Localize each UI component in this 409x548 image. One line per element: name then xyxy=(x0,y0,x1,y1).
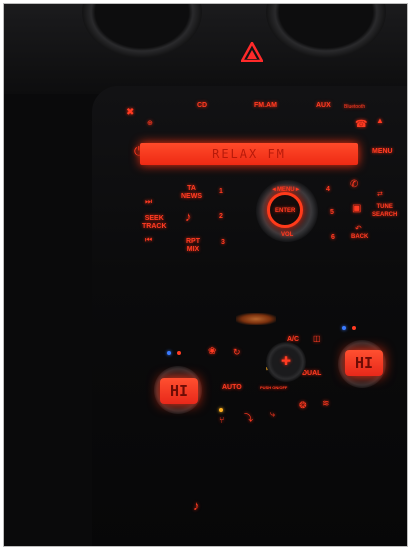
rear-defrost-icon[interactable]: ≋ xyxy=(322,398,330,408)
seek-track-button[interactable]: SEEK TRACK xyxy=(142,215,167,231)
blue-led xyxy=(342,326,346,330)
tune-search-button[interactable]: TUNE SEARCH xyxy=(372,203,397,219)
preset-6-button[interactable]: 6 xyxy=(331,234,335,242)
auto-button[interactable]: AUTO xyxy=(222,384,242,392)
hazard-icon[interactable] xyxy=(241,42,263,62)
red-led xyxy=(352,326,356,330)
mute-icon[interactable]: ✖ xyxy=(126,108,134,118)
red-led xyxy=(177,351,181,355)
plus-icon: ✚ xyxy=(281,354,292,368)
radio-display: RELAX FM xyxy=(140,143,358,165)
next-track-icon[interactable]: ⏭ xyxy=(145,197,152,207)
right-air-vent xyxy=(266,4,386,58)
phone-icon[interactable]: ☎ xyxy=(355,120,367,130)
back-button[interactable]: BACK xyxy=(351,233,368,241)
aux-button[interactable]: AUX xyxy=(316,102,331,110)
car-dashboard-photo: ✖ ⊕ CD FM.AM AUX Bluetooth ☎ ▲ ⏻ RELAX F… xyxy=(3,3,408,547)
call-icon[interactable]: ✆ xyxy=(350,180,358,190)
small-indicator-icon: ⊕ xyxy=(147,120,153,127)
ambient-light xyxy=(236,313,276,325)
defrost-icon[interactable]: ❂ xyxy=(299,400,307,410)
push-on-off-label: PUSH ON/OFF xyxy=(260,385,288,390)
blue-led xyxy=(167,351,171,355)
enter-label: ENTER xyxy=(275,208,296,214)
left-air-vent xyxy=(82,4,202,58)
music-note-icon[interactable]: ♪ xyxy=(185,210,192,223)
preset-3-button[interactable]: 3 xyxy=(221,239,225,247)
air-face-icon[interactable]: ⤷ xyxy=(270,409,275,419)
tune-arrows-icon: ⇄ xyxy=(377,191,383,198)
right-temp-display: HI xyxy=(345,350,383,376)
hang-up-icon[interactable]: ▲ xyxy=(376,116,384,126)
preset-4-button[interactable]: 4 xyxy=(326,186,330,194)
dashboard-top-bezel xyxy=(4,4,407,94)
ta-news-button[interactable]: TA NEWS xyxy=(181,185,202,201)
preset-5-button[interactable]: 5 xyxy=(330,209,334,217)
left-temp-display: HI xyxy=(160,378,198,404)
air-feet-icon[interactable]: ⤵ xyxy=(244,413,253,423)
fan-icon[interactable]: ❀ xyxy=(208,347,216,357)
cd-button[interactable]: CD xyxy=(197,102,207,110)
vol-label: VOL xyxy=(281,232,294,238)
prev-track-icon[interactable]: ⏮ xyxy=(145,235,152,245)
preset-1-button[interactable]: 1 xyxy=(219,188,223,196)
windshield-icon[interactable]: ◫ xyxy=(313,334,321,344)
rpt-mix-button[interactable]: RPT MIX xyxy=(186,238,200,254)
menu-button[interactable]: MENU xyxy=(372,148,393,156)
book-icon[interactable]: ▣ xyxy=(352,204,361,214)
fm-am-button[interactable]: FM.AM xyxy=(254,102,277,110)
bluetooth-label: Bluetooth xyxy=(344,104,366,110)
preset-2-button[interactable]: 2 xyxy=(219,213,223,221)
seat-heater-icon[interactable]: ♪ xyxy=(193,499,200,512)
recirculation-icon[interactable]: ↻ xyxy=(233,347,241,357)
seat-icon[interactable]: ⑂ xyxy=(219,415,224,425)
amber-led xyxy=(219,408,223,412)
